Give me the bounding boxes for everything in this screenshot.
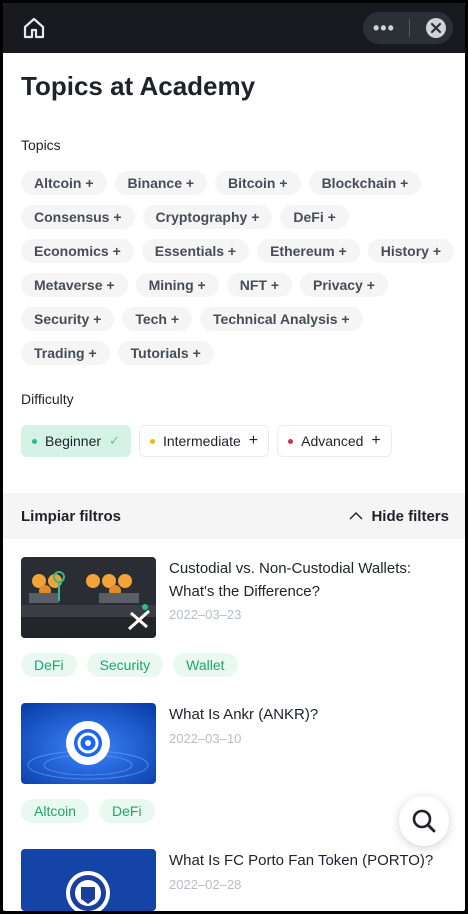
- difficulty-option[interactable]: Advanced +: [277, 425, 392, 457]
- article-title[interactable]: What Is Ankr (ANKR)?: [169, 703, 449, 726]
- topic-chip[interactable]: Mining +: [135, 273, 219, 297]
- topic-chip[interactable]: Binance +: [114, 171, 208, 195]
- close-icon[interactable]: [425, 17, 447, 39]
- tag-chip[interactable]: Altcoin: [21, 799, 90, 823]
- topic-chip[interactable]: Ethereum +: [257, 239, 360, 263]
- topic-chip[interactable]: Bitcoin +: [215, 171, 301, 195]
- top-bar: •••: [3, 3, 465, 53]
- topic-chip[interactable]: Blockchain +: [308, 171, 422, 195]
- topic-chip-row: Altcoin + Binance + Bitcoin + Blockchain +: [21, 171, 451, 195]
- search-button[interactable]: [399, 796, 449, 846]
- plus-icon: +: [248, 432, 259, 449]
- topic-chip[interactable]: DeFi +: [280, 205, 349, 229]
- article-date: 2022–03–10: [169, 731, 242, 746]
- topic-chip[interactable]: Economics +: [21, 239, 134, 263]
- article-tags: Altcoin DeFi: [21, 799, 155, 823]
- topic-chip[interactable]: Security +: [21, 307, 115, 331]
- article-thumbnail[interactable]: [21, 557, 156, 638]
- article-date: 2022–03–23: [169, 607, 242, 622]
- capsule-divider: [409, 19, 411, 37]
- tag-chip[interactable]: DeFi: [21, 653, 77, 677]
- home-icon[interactable]: [19, 13, 49, 43]
- article-tags: DeFi Security Wallet: [21, 653, 238, 677]
- article-card[interactable]: Custodial vs. Non-Custodial Wallets: Wha…: [21, 557, 451, 687]
- topic-chip-row: Consensus + Cryptography + DeFi +: [21, 205, 451, 229]
- topic-chip[interactable]: NFT +: [226, 273, 293, 297]
- topic-chip-row: Security + Tech + Technical Analysis +: [21, 307, 451, 331]
- filter-bar: Limpiar filtros Hide filters: [3, 493, 465, 539]
- article-card[interactable]: What Is FC Porto Fan Token (PORTO)? 2022…: [21, 849, 451, 911]
- difficulty-dot-icon: [32, 438, 37, 444]
- article-title[interactable]: What Is FC Porto Fan Token (PORTO)?: [169, 849, 449, 872]
- difficulty-option[interactable]: Intermediate +: [138, 425, 270, 457]
- hide-filters-label: Hide filters: [371, 507, 449, 525]
- tag-chip[interactable]: Wallet: [173, 653, 238, 677]
- difficulty-dot-icon: [149, 438, 155, 444]
- page-title: Topics at Academy: [21, 71, 256, 101]
- topic-chip[interactable]: Consensus +: [21, 205, 135, 229]
- difficulty-option[interactable]: Beginner ✓: [21, 425, 131, 457]
- topics-label: Topics: [21, 137, 61, 153]
- difficulty-label: Beginner: [45, 433, 102, 449]
- topic-chip-row: Metaverse + Mining + NFT + Privacy +: [21, 273, 451, 297]
- topic-chip[interactable]: Trading +: [21, 341, 110, 365]
- topic-chip[interactable]: Cryptography +: [142, 205, 273, 229]
- topic-chip[interactable]: Essentials +: [141, 239, 250, 263]
- topic-chip-list: Altcoin + Binance + Bitcoin + Blockchain + C…: [21, 171, 455, 375]
- tag-chip[interactable]: DeFi: [99, 799, 155, 823]
- difficulty-options: Beginner ✓ Intermediate + Advanced +: [21, 425, 392, 457]
- clear-filters-button[interactable]: Limpiar filtros: [21, 508, 121, 525]
- topic-chip[interactable]: Metaverse +: [21, 273, 128, 297]
- topic-chip-row: Trading + Tutorials +: [21, 341, 451, 365]
- hide-filters-button[interactable]: Hide filters: [349, 508, 449, 525]
- mini-program-capsule: •••: [363, 12, 453, 44]
- search-icon: [412, 809, 436, 833]
- article-date: 2022–02–28: [169, 877, 242, 892]
- more-dots-icon[interactable]: •••: [373, 19, 395, 37]
- app-frame: ••• Topics at Academy Topics Altcoin + Bi…: [3, 3, 465, 911]
- difficulty-label: Difficulty: [21, 391, 74, 407]
- topic-chip[interactable]: Altcoin +: [21, 171, 107, 195]
- topic-chip[interactable]: Tutorials +: [117, 341, 214, 365]
- topic-chip[interactable]: History +: [367, 239, 455, 263]
- topic-chip-row: Economics + Essentials + Ethereum + History…: [21, 239, 455, 263]
- article-card[interactable]: What Is Ankr (ANKR)? 2022–03–10 Altcoin …: [21, 703, 451, 833]
- article-thumbnail[interactable]: [21, 849, 156, 911]
- topic-chip[interactable]: Privacy +: [300, 273, 388, 297]
- article-title[interactable]: Custodial vs. Non-Custodial Wallets: Wha…: [169, 557, 449, 603]
- article-thumbnail[interactable]: [21, 703, 156, 784]
- chevron-up-icon: [349, 512, 363, 520]
- difficulty-dot-icon: [288, 438, 294, 444]
- difficulty-label: Advanced: [301, 433, 364, 449]
- tag-chip[interactable]: Security: [86, 653, 164, 677]
- topic-chip[interactable]: Tech +: [122, 307, 193, 331]
- topic-chip[interactable]: Technical Analysis +: [200, 307, 363, 331]
- check-icon: ✓: [109, 433, 120, 448]
- plus-icon: +: [371, 432, 381, 449]
- difficulty-label: Intermediate: [162, 433, 241, 449]
